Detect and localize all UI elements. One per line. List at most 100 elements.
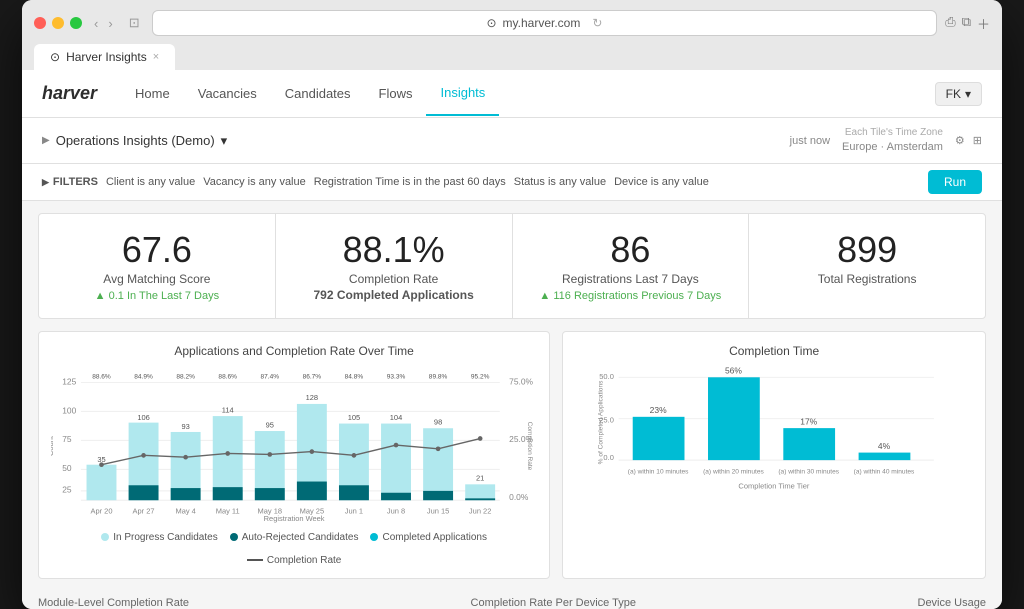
svg-text:88.6%: 88.6% bbox=[92, 374, 111, 381]
browser-window: ‹ › ⊡ ⊙ my.harver.com ↻ ⎙ ⧉ ＋ ⊙ Harver I… bbox=[22, 0, 1002, 609]
svg-text:(a) within 40 minutes: (a) within 40 minutes bbox=[854, 468, 915, 475]
svg-text:100: 100 bbox=[62, 405, 76, 415]
legend-label-inprogress: In Progress Candidates bbox=[113, 532, 218, 543]
svg-text:Count: Count bbox=[51, 435, 55, 456]
metric-label-completion: Completion Rate bbox=[296, 272, 492, 286]
add-tab-icon[interactable]: ＋ bbox=[977, 14, 990, 33]
svg-text:(a) within 20 minutes: (a) within 20 minutes bbox=[703, 468, 764, 475]
browser-toolbar: ⎙ ⧉ ＋ bbox=[945, 14, 990, 33]
metric-label-registrations: Registrations Last 7 Days bbox=[533, 272, 729, 286]
svg-text:Completion Time Tier: Completion Time Tier bbox=[739, 481, 811, 490]
nav-item-insights[interactable]: Insights bbox=[426, 71, 499, 116]
filter-arrow-icon: ▶ bbox=[42, 177, 49, 188]
svg-text:84.9%: 84.9% bbox=[134, 374, 153, 381]
legend-label-rate: Completion Rate bbox=[267, 555, 341, 566]
metric-label-total: Total Registrations bbox=[769, 272, 965, 286]
metric-sublabel-completion: 792 Completed Applications bbox=[296, 288, 492, 302]
svg-text:50: 50 bbox=[62, 463, 72, 473]
nav-item-vacancies[interactable]: Vacancies bbox=[184, 72, 271, 115]
browser-tab[interactable]: ⊙ Harver Insights × bbox=[34, 44, 175, 70]
filters-label: ▶ FILTERS bbox=[42, 176, 98, 188]
metric-change-matching: ▲ 0.1 In The Last 7 Days bbox=[59, 290, 255, 302]
tab-favicon: ⊙ bbox=[50, 50, 60, 64]
browser-chrome: ‹ › ⊡ ⊙ my.harver.com ↻ ⎙ ⧉ ＋ ⊙ Harver I… bbox=[22, 0, 1002, 70]
svg-text:75.0%: 75.0% bbox=[509, 376, 533, 386]
window-icon: ⊡ bbox=[125, 13, 144, 33]
legend-label-rejected: Auto-Rejected Candidates bbox=[242, 532, 359, 543]
svg-text:Apr 27: Apr 27 bbox=[133, 506, 155, 515]
chart-legend: In Progress Candidates Auto-Rejected Can… bbox=[51, 532, 537, 566]
legend-in-progress: In Progress Candidates bbox=[101, 532, 218, 543]
svg-text:105: 105 bbox=[348, 413, 360, 422]
browser-nav-arrows: ‹ › bbox=[90, 14, 117, 33]
run-button[interactable]: Run bbox=[928, 170, 982, 194]
chart-applications: Applications and Completion Rate Over Ti… bbox=[38, 331, 550, 579]
address-bar[interactable]: ⊙ my.harver.com ↻ bbox=[152, 10, 938, 36]
nav-item-candidates[interactable]: Candidates bbox=[271, 72, 365, 115]
metric-card-registrations: 86 Registrations Last 7 Days ▲ 116 Regis… bbox=[513, 214, 750, 318]
app-container: harver Home Vacancies Candidates Flows I… bbox=[22, 70, 1002, 609]
filter-client[interactable]: Client is any value bbox=[106, 176, 195, 188]
browser-titlebar: ‹ › ⊡ ⊙ my.harver.com ↻ ⎙ ⧉ ＋ bbox=[34, 10, 990, 36]
refresh-icon[interactable]: ↻ bbox=[592, 16, 602, 30]
chart-completion-title: Completion Time bbox=[575, 344, 973, 358]
svg-text:98: 98 bbox=[434, 417, 442, 426]
nav-item-home[interactable]: Home bbox=[121, 72, 184, 115]
last-refresh: just now bbox=[790, 135, 830, 147]
svg-text:May 11: May 11 bbox=[216, 506, 240, 515]
svg-text:128: 128 bbox=[306, 393, 318, 402]
chart-applications-title: Applications and Completion Rate Over Ti… bbox=[51, 344, 537, 358]
metric-value-total: 899 bbox=[769, 230, 965, 270]
minimize-button[interactable] bbox=[52, 17, 64, 29]
settings-icon[interactable]: ⚙ bbox=[955, 134, 965, 147]
app-header: harver Home Vacancies Candidates Flows I… bbox=[22, 70, 1002, 118]
svg-text:(a) within 30 minutes: (a) within 30 minutes bbox=[779, 468, 840, 475]
filter-device[interactable]: Device is any value bbox=[614, 176, 709, 188]
filter-registration[interactable]: Registration Time is in the past 60 days bbox=[314, 176, 506, 188]
svg-text:104: 104 bbox=[390, 413, 402, 422]
bottom-label-device-usage: Device Usage bbox=[918, 597, 986, 609]
svg-text:17%: 17% bbox=[800, 416, 817, 426]
svg-text:Jun 22: Jun 22 bbox=[469, 506, 491, 515]
filter-status[interactable]: Status is any value bbox=[514, 176, 606, 188]
user-badge[interactable]: FK ▾ bbox=[935, 82, 982, 106]
timezone-value: Europe · Amsterdam bbox=[842, 140, 943, 155]
dashboard-selector[interactable]: ▶ Operations Insights (Demo) ▾ bbox=[42, 133, 227, 149]
svg-text:88.6%: 88.6% bbox=[218, 374, 237, 381]
back-arrow[interactable]: ‹ bbox=[90, 14, 102, 33]
metric-card-completion: 88.1% Completion Rate 792 Completed Appl… bbox=[276, 214, 513, 318]
filter-vacancy[interactable]: Vacancy is any value bbox=[203, 176, 306, 188]
svg-text:86.7%: 86.7% bbox=[303, 374, 322, 381]
close-button[interactable] bbox=[34, 17, 46, 29]
header-icons: ⚙ ⊞ bbox=[955, 134, 982, 147]
metric-card-total: 899 Total Registrations bbox=[749, 214, 985, 318]
dashboard-dropdown-icon: ▾ bbox=[221, 133, 228, 149]
svg-text:Completion Rate: Completion Rate bbox=[526, 422, 533, 471]
svg-text:Registration Week: Registration Week bbox=[264, 514, 325, 523]
tab-close-icon[interactable]: × bbox=[153, 51, 159, 63]
maximize-button[interactable] bbox=[70, 17, 82, 29]
svg-text:93: 93 bbox=[181, 422, 189, 431]
svg-text:Jun 8: Jun 8 bbox=[387, 506, 405, 515]
bottom-row-labels: Module-Level Completion Rate Completion … bbox=[22, 591, 1002, 609]
svg-text:Jun 1: Jun 1 bbox=[345, 506, 363, 515]
dashboard-arrow-icon: ▶ bbox=[42, 135, 50, 146]
share-icon[interactable]: ⎙ bbox=[945, 14, 955, 33]
lock-icon: ⊙ bbox=[486, 16, 496, 30]
grid-icon[interactable]: ⊞ bbox=[973, 134, 982, 147]
main-nav: Home Vacancies Candidates Flows Insights bbox=[121, 71, 935, 116]
copy-icon[interactable]: ⧉ bbox=[962, 14, 971, 33]
svg-text:56%: 56% bbox=[725, 366, 742, 376]
svg-text:Apr 20: Apr 20 bbox=[90, 506, 112, 515]
app-logo: harver bbox=[42, 83, 97, 104]
dashboard-name: Operations Insights (Demo) bbox=[56, 133, 215, 148]
nav-item-flows[interactable]: Flows bbox=[365, 72, 427, 115]
metric-label-matching: Avg Matching Score bbox=[59, 272, 255, 286]
svg-text:May 4: May 4 bbox=[175, 506, 195, 515]
sub-header-right: just now Each Tile's Time Zone Europe · … bbox=[790, 126, 982, 155]
traffic-lights bbox=[34, 17, 82, 29]
svg-text:23%: 23% bbox=[650, 405, 667, 415]
legend-rate: Completion Rate bbox=[247, 555, 341, 566]
forward-arrow[interactable]: › bbox=[104, 14, 116, 33]
svg-text:Jun 15: Jun 15 bbox=[427, 506, 449, 515]
